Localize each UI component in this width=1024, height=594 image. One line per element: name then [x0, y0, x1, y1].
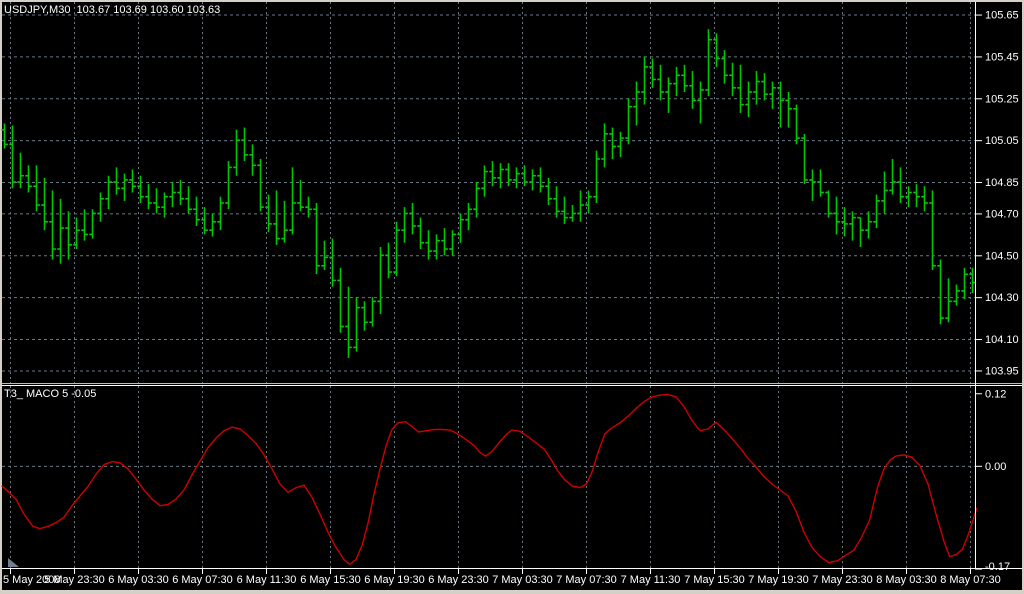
price-axis-label: 105.25 [985, 93, 1019, 105]
time-axis-label: 7 May 11:30 [621, 574, 681, 586]
indicator-axis-label: 0.00 [985, 461, 1006, 473]
price-axis-label: 103.95 [985, 365, 1019, 377]
indicator-title: T3_ MACO 5 -0.05 [4, 388, 97, 400]
time-axis-label: 6 May 11:30 [237, 574, 297, 586]
indicator-axis-label: 0.12 [985, 388, 1006, 400]
chart-canvas[interactable]: 105.65 105.45 105.25 105.05 104.85 104.70 104.… [0, 0, 1024, 594]
time-axis-label: 6 May 07:30 [172, 574, 233, 586]
price-axis-label: 105.65 [985, 10, 1019, 22]
price-axis-label: 104.85 [985, 177, 1019, 189]
time-axis-label: 6 May 15:30 [300, 574, 361, 586]
indicator-axis-label: -0.17 [985, 561, 1010, 573]
symbol-title: USDJPY,M30 103.67 103.69 103.60 103.63 [4, 4, 221, 16]
time-axis-label: 7 May 03:30 [492, 574, 553, 586]
price-axis-label: 104.70 [985, 208, 1019, 220]
price-axis-label: 104.10 [985, 334, 1019, 346]
time-axis-label: 7 May 15:30 [684, 574, 745, 586]
time-axis-label: 7 May 19:30 [748, 574, 809, 586]
time-axis-label: 7 May 23:30 [812, 574, 873, 586]
time-axis-label: 5 May 23:30 [44, 574, 105, 586]
price-axis-label: 104.30 [985, 292, 1019, 304]
time-axis-label: 8 May 03:30 [876, 574, 937, 586]
time-axis-label: 6 May 19:30 [364, 574, 425, 586]
price-axis-label: 105.05 [985, 135, 1019, 147]
chart-window: 105.65 105.45 105.25 105.05 104.85 104.70 104.… [0, 0, 1024, 594]
price-axis-label: 104.50 [985, 250, 1019, 262]
price-axis-label: 105.45 [985, 51, 1019, 63]
time-axis-label: 7 May 07:30 [556, 574, 617, 586]
time-axis-label: 6 May 23:30 [428, 574, 489, 586]
time-axis-label: 6 May 03:30 [108, 574, 169, 586]
time-axis-label: 8 May 07:30 [940, 574, 1001, 586]
